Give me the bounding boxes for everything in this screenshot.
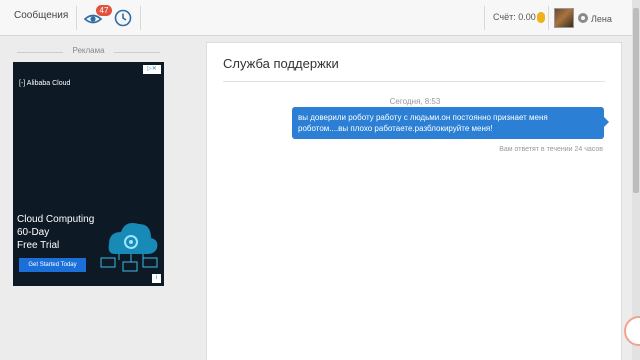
support-panel: Служба поддержки Сегодня, 8:53 вы довери… — [206, 42, 622, 360]
ad-info-icon[interactable]: i — [152, 274, 161, 283]
coin-icon — [537, 12, 545, 23]
page-title: Служба поддержки — [223, 56, 339, 71]
divider — [140, 6, 141, 30]
scrollbar-thumb[interactable] — [633, 8, 639, 193]
divider — [223, 81, 605, 82]
ad-banner[interactable]: ▷✕ [-] Alibaba Cloud Cloud Computing 60-… — [13, 62, 164, 286]
ad-headline: Cloud Computing 60-Day Free Trial — [17, 214, 95, 251]
message-bubble: вы доверили роботу работу с людьми.он по… — [292, 107, 609, 139]
gear-icon[interactable] — [577, 12, 589, 24]
adchoices-icon[interactable]: ▷✕ — [143, 65, 161, 74]
divider — [484, 6, 485, 30]
chat-widget-button[interactable] — [624, 316, 640, 346]
brand-mark-icon: [-] — [19, 80, 26, 87]
divider — [548, 6, 549, 30]
messages-link[interactable]: Сообщения — [14, 10, 68, 21]
ad-section-label: Реклама — [13, 46, 164, 55]
clock-icon[interactable] — [114, 9, 132, 27]
ad-brand-logo: [-] Alibaba Cloud — [19, 80, 70, 87]
ad-cta-button[interactable]: Get Started Today — [19, 258, 86, 272]
divider — [76, 6, 77, 30]
reply-time-hint: Вам ответят в течении 24 часов — [499, 146, 603, 153]
message-timestamp: Сегодня, 8:53 — [389, 97, 441, 106]
message-text: вы доверили роботу работу с людьми.он по… — [298, 113, 548, 133]
balance-label[interactable]: Счёт: 0.00 — [493, 12, 536, 22]
username-label[interactable]: Лена — [591, 14, 612, 24]
avatar[interactable] — [554, 8, 574, 28]
notifications-badge: 47 — [96, 5, 112, 16]
top-bar: Сообщения 47 Счёт: 0.00 Лена — [0, 0, 632, 36]
cloud-illustration-icon — [100, 223, 158, 272]
ad-brand-name: Alibaba Cloud — [26, 80, 71, 87]
